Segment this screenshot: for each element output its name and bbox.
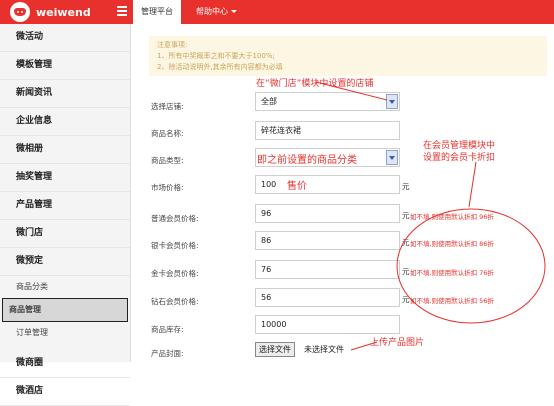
sidebar: 微活动 模板管理 新闻资讯 企业信息 微相册 抽奖管理 产品管理 微门店 微预定… bbox=[0, 24, 131, 406]
logo-icon bbox=[10, 2, 30, 22]
chevron-down-icon[interactable] bbox=[386, 94, 398, 109]
silver-member-label: 银卡会员价格: bbox=[151, 241, 199, 250]
silver-member-hint: 如不填,则使用默认折扣 86折 bbox=[410, 240, 494, 248]
store-select[interactable]: 全部 bbox=[255, 92, 400, 111]
notice-title: 注意事项: bbox=[157, 41, 188, 49]
top-bar: weiwend 管理平台 帮助中心 bbox=[0, 0, 554, 24]
sidebar-item-booking[interactable]: 微预定 bbox=[0, 248, 130, 276]
chevron-down-icon[interactable] bbox=[386, 150, 398, 165]
sidebar-item-business-circle[interactable]: 微商圈 bbox=[0, 350, 130, 378]
annotation-price: 售价 bbox=[287, 181, 307, 192]
silver-member-unit: 元 bbox=[402, 238, 410, 247]
file-status: 未选择文件 bbox=[304, 345, 344, 354]
sidebar-item-album[interactable]: 微相册 bbox=[0, 136, 130, 164]
gold-member-hint: 如不填,则使用默认折扣 76折 bbox=[410, 269, 494, 277]
type-label: 商品类型: bbox=[151, 156, 184, 165]
tab-help-center-label: 帮助中心 bbox=[196, 7, 228, 16]
store-label: 选择店铺: bbox=[151, 102, 184, 111]
notice-line-1: 1、所有中奖概率之和不要大于100%; bbox=[157, 52, 275, 60]
stock-label: 商品库存: bbox=[151, 325, 184, 334]
logo: weiwend bbox=[0, 0, 130, 24]
diamond-member-label: 钻石会员价格: bbox=[151, 297, 199, 306]
normal-member-unit: 元 bbox=[402, 211, 410, 220]
sidebar-item-template[interactable]: 模板管理 bbox=[0, 52, 130, 80]
name-input[interactable]: 碎花连衣裙 bbox=[255, 121, 400, 140]
diamond-member-hint: 如不填,则使用默认折扣 56折 bbox=[410, 297, 494, 305]
diamond-member-unit: 元 bbox=[402, 295, 410, 304]
sidebar-item-products[interactable]: 产品管理 bbox=[0, 192, 130, 220]
annotation-store: 在“微门店”模块中设置的店铺 bbox=[256, 79, 374, 89]
market-price-label: 市场价格: bbox=[151, 183, 184, 192]
stock-input[interactable]: 10000 bbox=[255, 315, 400, 334]
market-price-unit: 元 bbox=[402, 182, 410, 191]
cover-label: 产品封面: bbox=[151, 349, 184, 358]
sidebar-item-orders[interactable]: 订单管理 bbox=[0, 322, 130, 344]
menu-toggle-icon[interactable] bbox=[117, 6, 127, 18]
tab-help-center[interactable]: 帮助中心 bbox=[188, 0, 245, 24]
annotation-upload: 上传产品图片 bbox=[370, 338, 425, 348]
main-content: 注意事项: 1、所有中奖概率之和不要大于100%; 2、除活动说明外,其余所有内… bbox=[131, 24, 554, 362]
store-select-value: 全部 bbox=[261, 97, 277, 106]
normal-member-input[interactable]: 96 bbox=[255, 204, 400, 223]
annotation-type: 即之前设置的商品分类 bbox=[257, 155, 357, 166]
annotation-member-2: 设置的会员卡折扣 bbox=[423, 153, 496, 163]
normal-member-hint: 如不填,则使用默认折扣 96折 bbox=[410, 213, 494, 221]
chevron-down-icon bbox=[231, 10, 237, 13]
gold-member-label: 金卡会员价格: bbox=[151, 269, 199, 278]
notice-box: 注意事项: 1、所有中奖概率之和不要大于100%; 2、除活动说明外,其余所有内… bbox=[149, 36, 547, 76]
normal-member-label: 普通会员价格: bbox=[151, 214, 199, 223]
name-label: 商品名称: bbox=[151, 129, 184, 138]
sidebar-item-hotel[interactable]: 微酒店 bbox=[0, 378, 130, 406]
sidebar-item-goods-management[interactable]: 商品管理 bbox=[2, 298, 128, 322]
gold-member-input[interactable]: 76 bbox=[255, 260, 400, 279]
choose-file-button[interactable]: 选择文件 bbox=[255, 342, 295, 357]
gold-member-unit: 元 bbox=[402, 267, 410, 276]
sidebar-item-company[interactable]: 企业信息 bbox=[0, 108, 130, 136]
sidebar-item-lottery[interactable]: 抽奖管理 bbox=[0, 164, 130, 192]
sidebar-item-news[interactable]: 新闻资讯 bbox=[0, 80, 130, 108]
logo-text: weiwend bbox=[36, 5, 91, 19]
sidebar-item-category[interactable]: 商品分类 bbox=[0, 276, 130, 298]
silver-member-input[interactable]: 86 bbox=[255, 231, 400, 250]
notice-line-2: 2、除活动说明外,其余所有内容都为必填 bbox=[157, 63, 283, 71]
diamond-member-input[interactable]: 56 bbox=[255, 288, 400, 307]
tab-management-platform[interactable]: 管理平台 bbox=[133, 0, 181, 24]
market-price-input[interactable]: 100 bbox=[255, 175, 400, 194]
sidebar-item-store[interactable]: 微门店 bbox=[0, 220, 130, 248]
sidebar-item-activity[interactable]: 微活动 bbox=[0, 24, 130, 52]
